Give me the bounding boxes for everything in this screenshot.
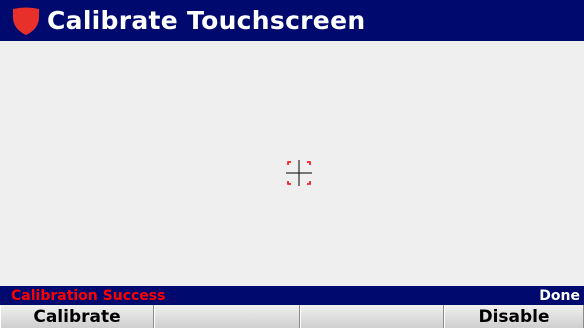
calibration-crosshair-icon[interactable]: [284, 158, 314, 188]
status-message: Calibration Success: [11, 287, 166, 304]
softkey-3-button[interactable]: [300, 305, 444, 328]
calibrate-button[interactable]: Calibrate: [0, 305, 154, 328]
softkey-bar: Calibrate Disable: [0, 305, 584, 328]
softkey-2-button[interactable]: [154, 305, 300, 328]
disable-button[interactable]: Disable: [444, 305, 584, 328]
status-state: Done: [539, 287, 580, 304]
status-bar: Calibration Success Done: [0, 286, 584, 305]
page-title: Calibrate Touchscreen: [47, 6, 366, 35]
red-shield-logo-icon: [13, 7, 39, 35]
title-bar: Calibrate Touchscreen: [0, 0, 584, 41]
